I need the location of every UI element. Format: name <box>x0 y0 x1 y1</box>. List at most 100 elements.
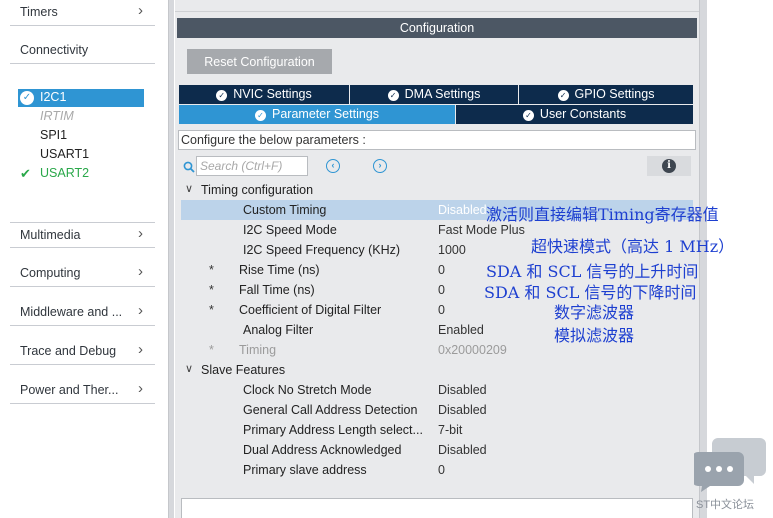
chat-bubbles-icon <box>694 438 766 492</box>
param-name: Timing <box>239 343 277 357</box>
group-label: Slave Features <box>201 363 286 377</box>
check-icon: ✓ <box>557 90 569 101</box>
param-name: Primary slave address <box>243 463 367 477</box>
param-name: General Call Address Detection <box>243 403 418 417</box>
top-band <box>175 0 699 12</box>
chevron-right-icon: › <box>138 263 143 280</box>
peripheral-usart2[interactable]: ✔ USART2 <box>18 165 144 183</box>
category-computing[interactable]: Computing › <box>10 261 155 287</box>
param-value[interactable]: Disabled <box>438 403 487 417</box>
category-label: Middleware and ... <box>20 305 123 319</box>
peripheral-i2c1[interactable]: ✓ I2C1 <box>18 89 144 107</box>
sidebar-splitter[interactable] <box>168 0 174 518</box>
category-connectivity[interactable]: Connectivity <box>10 38 155 64</box>
category-timers[interactable]: Timers › <box>10 0 155 26</box>
param-name: I2C Speed Mode <box>243 223 337 237</box>
param-value[interactable]: Disabled <box>438 443 487 457</box>
info-button[interactable]: i <box>647 156 691 176</box>
configure-hint: Configure the below parameters : <box>178 130 696 150</box>
category-label: Multimedia <box>20 228 81 242</box>
category-multimedia[interactable]: Multimedia › <box>10 222 155 248</box>
tab-label: User Constants <box>539 107 627 121</box>
tab-label: DMA Settings <box>404 87 481 101</box>
peripheral-spi1[interactable]: SPI1 <box>18 127 144 145</box>
next-icon[interactable]: › <box>373 159 387 173</box>
tab-label: NVIC Settings <box>233 87 312 101</box>
param-name: Coefficient of Digital Filter <box>239 303 382 317</box>
param-value[interactable]: 7-bit <box>438 423 462 437</box>
chevron-right-icon: › <box>138 341 143 358</box>
peripheral-label: I2C1 <box>40 90 67 104</box>
param-row[interactable]: General Call Address Detection Disabled <box>181 400 693 420</box>
category-trace-debug[interactable]: Trace and Debug › <box>10 339 155 365</box>
param-star: * <box>209 303 214 317</box>
check-icon: ✔ <box>20 166 31 181</box>
chevron-right-icon: › <box>138 225 143 242</box>
param-row[interactable]: Primary slave address 0 <box>181 460 693 480</box>
param-name: I2C Speed Frequency (KHz) <box>243 243 401 257</box>
param-star: * <box>209 343 214 357</box>
annotation-analog-filter: 模拟滤波器 <box>554 326 635 345</box>
param-value[interactable]: Fast Mode Plus <box>438 223 525 237</box>
annotation-custom-timing: 激活则直接编辑Timing寄存器值 <box>486 205 719 224</box>
tab-user-constants[interactable]: ✓ User Constants <box>456 105 693 124</box>
param-name: Custom Timing <box>243 203 327 217</box>
group-label: Timing configuration <box>201 183 314 197</box>
category-label: Computing <box>20 266 81 280</box>
tab-dma-settings[interactable]: ✓ DMA Settings <box>350 85 518 104</box>
param-name: Fall Time (ns) <box>239 283 315 297</box>
check-icon: ✓ <box>255 110 266 121</box>
param-name: Primary Address Length select... <box>243 423 423 437</box>
param-name: Dual Address Acknowledged <box>243 443 402 457</box>
param-star: * <box>209 283 214 297</box>
param-value[interactable]: 0 <box>438 463 445 477</box>
check-icon: ✓ <box>216 90 228 101</box>
param-row[interactable]: Dual Address Acknowledged Disabled <box>181 440 693 460</box>
check-icon: ✓ <box>20 91 34 105</box>
reset-configuration-button[interactable]: Reset Configuration <box>187 49 332 74</box>
param-value[interactable]: Enabled <box>438 323 484 337</box>
category-middleware[interactable]: Middleware and ... › <box>10 300 155 326</box>
peripheral-label: USART1 <box>40 147 90 161</box>
peripheral-irtim[interactable]: IRTIM <box>18 108 144 126</box>
category-label: Connectivity <box>20 43 89 57</box>
category-label: Power and Ther... <box>20 383 119 397</box>
search-input[interactable] <box>196 156 308 176</box>
watermark-text: ST中文论坛 <box>696 499 755 511</box>
param-name: Clock No Stretch Mode <box>243 383 372 397</box>
param-row[interactable]: Clock No Stretch Mode Disabled <box>181 380 693 400</box>
check-icon: ✓ <box>387 90 399 101</box>
chevron-right-icon: › <box>138 2 143 19</box>
chevron-right-icon: › <box>138 380 143 397</box>
tab-label: GPIO Settings <box>574 87 655 101</box>
category-power-thermal[interactable]: Power and Ther... › <box>10 378 155 404</box>
param-name: Analog Filter <box>243 323 314 337</box>
param-value: 0x20000209 <box>438 343 507 357</box>
tab-nvic-settings[interactable]: ✓ NVIC Settings <box>179 85 349 104</box>
param-row[interactable]: Primary Address Length select... 7-bit <box>181 420 693 440</box>
param-value[interactable]: Disabled <box>438 383 487 397</box>
param-value[interactable]: 0 <box>438 303 445 317</box>
param-name: Rise Time (ns) <box>239 263 320 277</box>
sidebar: Timers › Connectivity ✓ I2C1 IRTIM SPI1 … <box>0 0 168 518</box>
peripheral-label: IRTIM <box>40 109 74 123</box>
param-value[interactable]: Disabled <box>438 203 487 217</box>
prev-icon[interactable]: ‹ <box>326 159 340 173</box>
configuration-title: Configuration <box>177 18 697 38</box>
annotation-digital-filter: 数字滤波器 <box>554 303 635 322</box>
annotation-speed-mode: 超快速模式（高达 1 MHz） <box>531 237 735 256</box>
chevron-right-icon: › <box>138 302 143 319</box>
tab-parameter-settings[interactable]: ✓ Parameter Settings <box>179 105 455 124</box>
description-box <box>181 498 693 518</box>
search-icon <box>183 161 195 173</box>
peripheral-usart1[interactable]: USART1 <box>18 146 144 164</box>
peripheral-label: SPI1 <box>40 128 68 142</box>
category-label: Trace and Debug <box>20 344 117 358</box>
check-icon: ✓ <box>522 110 534 121</box>
tab-gpio-settings[interactable]: ✓ GPIO Settings <box>519 85 693 104</box>
param-value[interactable]: 0 <box>438 283 445 297</box>
param-value[interactable]: 0 <box>438 263 445 277</box>
chevron-down-icon: ∨ <box>185 183 194 195</box>
param-value[interactable]: 1000 <box>438 243 466 257</box>
tab-label: Parameter Settings <box>272 107 379 121</box>
